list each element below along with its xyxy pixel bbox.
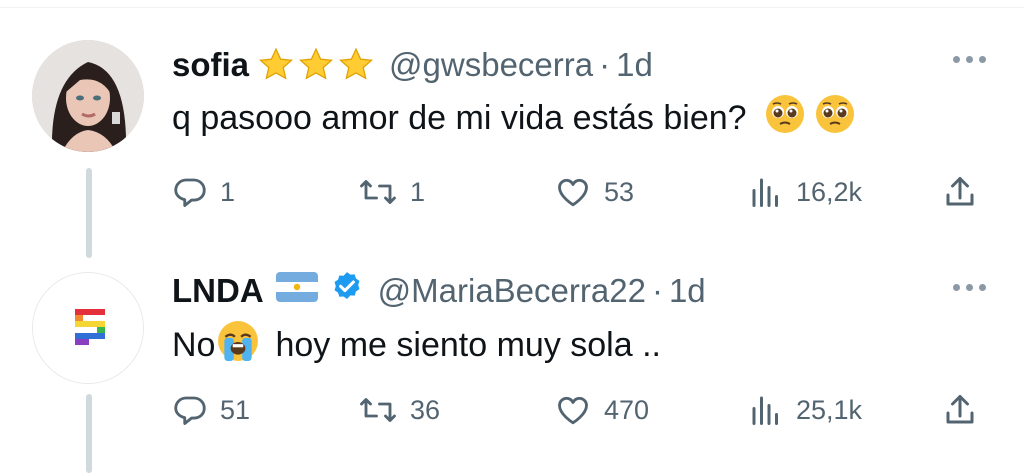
loudly-crying-face-icon: [217, 320, 259, 371]
display-name[interactable]: sofia: [172, 46, 249, 84]
more-options-icon[interactable]: [953, 56, 986, 63]
more-options-icon[interactable]: [953, 284, 986, 291]
analytics-icon: [752, 178, 778, 207]
reply-button[interactable]: 51: [172, 388, 250, 432]
separator: ·: [651, 272, 663, 309]
tweet-header: LNDA @MariaBecerra22 · 1d: [172, 268, 706, 314]
share-icon: [946, 395, 974, 424]
username[interactable]: @MariaBecerra22: [378, 272, 646, 310]
share-icon: [946, 177, 974, 206]
views-button[interactable]: 16,2k: [748, 170, 862, 214]
views-button[interactable]: 25,1k: [748, 388, 862, 432]
tweet-text: No hoy me siento muy sola ..: [172, 320, 661, 371]
thread-connector: [86, 168, 92, 258]
retweet-count: 1: [410, 176, 426, 207]
display-name[interactable]: LNDA: [172, 272, 264, 310]
tweet-header: sofia @gwsbecerra · 1d: [172, 42, 653, 88]
tweet[interactable]: sofia @gwsbecerra · 1d q pasooo amor de …: [0, 20, 1024, 258]
username[interactable]: @gwsbecerra: [389, 46, 593, 84]
like-button[interactable]: 53: [554, 170, 634, 214]
like-count: 53: [604, 176, 635, 207]
tweet-text-start: No: [172, 326, 216, 364]
analytics-icon: [752, 396, 778, 425]
reply-count: 1: [220, 176, 236, 207]
timestamp[interactable]: 1d: [616, 46, 653, 84]
share-button[interactable]: [942, 170, 990, 214]
tweet-text-end: hoy me siento muy sola ..: [275, 326, 661, 364]
tweet[interactable]: LNDA @MariaBecerra22 · 1d No hoy me sien…: [0, 262, 1024, 473]
view-count: 16,2k: [796, 176, 863, 207]
heart-icon: [558, 178, 588, 207]
retweet-icon: [360, 180, 396, 204]
retweet-icon: [360, 398, 396, 422]
retweet-button[interactable]: 1: [358, 170, 425, 214]
share-button[interactable]: [942, 388, 990, 432]
retweet-count: 36: [410, 394, 441, 425]
reply-icon: [174, 396, 206, 425]
thread-connector: [86, 394, 92, 473]
retweet-button[interactable]: 36: [358, 388, 440, 432]
name-decoration: [257, 46, 377, 84]
reply-button[interactable]: 1: [172, 170, 235, 214]
reply-count: 51: [220, 394, 251, 425]
like-count: 470: [604, 394, 650, 425]
heart-icon: [558, 396, 588, 425]
pleading-face-icon: [765, 94, 805, 143]
view-count: 25,1k: [796, 394, 863, 425]
reply-icon: [174, 178, 206, 207]
verified-badge-icon[interactable]: [330, 270, 364, 312]
tweet-text-content: q pasooo amor de mi vida estás bien?: [172, 99, 747, 137]
top-divider: [0, 0, 1024, 8]
tweet-text: q pasooo amor de mi vida estás bien?: [172, 94, 855, 143]
like-button[interactable]: 470: [554, 388, 649, 432]
timestamp[interactable]: 1d: [669, 272, 706, 310]
argentina-flag-icon: [275, 272, 318, 310]
star-icon: [259, 47, 294, 80]
avatar[interactable]: [32, 40, 144, 152]
star-icon: [339, 47, 374, 80]
avatar[interactable]: [32, 272, 144, 384]
star-icon: [299, 47, 334, 80]
pleading-face-icon: [815, 94, 855, 143]
tweet-actions: 1 1 53 16,2k: [172, 170, 992, 214]
separator: ·: [599, 46, 611, 83]
tweet-actions: 51 36 470 25,1k: [172, 388, 992, 432]
